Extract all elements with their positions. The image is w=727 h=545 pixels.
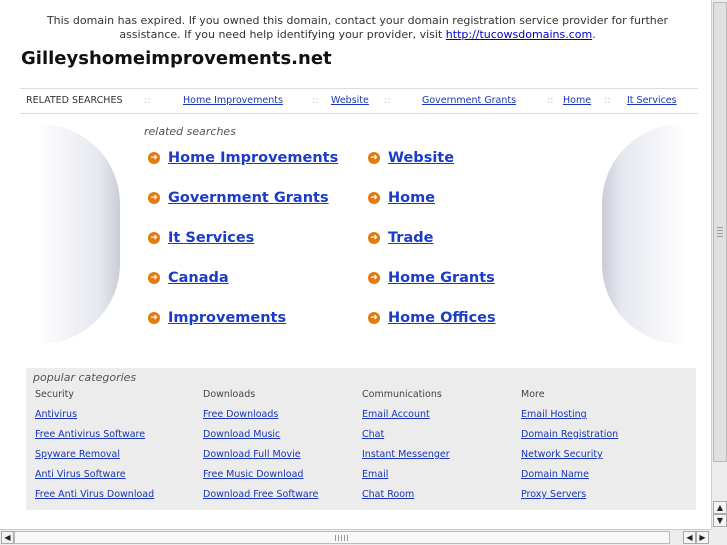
- related-bar-link[interactable]: Government Grants: [422, 95, 516, 106]
- category-link[interactable]: Domain Registration: [521, 429, 618, 440]
- related-search-link[interactable]: Home Improvements: [168, 150, 338, 166]
- category-heading-more: More: [521, 389, 545, 400]
- related-search-item[interactable]: ➜ Home Grants: [368, 268, 495, 288]
- category-link[interactable]: Network Security: [521, 449, 603, 460]
- vertical-scrollbar[interactable]: ▲ ▼: [711, 0, 727, 529]
- category-link[interactable]: Domain Name: [521, 469, 589, 480]
- arrow-right-icon: ➜: [148, 152, 160, 164]
- tucows-link[interactable]: http://tucowsdomains.com: [446, 28, 592, 41]
- related-search-link[interactable]: Improvements: [168, 310, 286, 326]
- related-search-link[interactable]: Canada: [168, 270, 229, 286]
- horizontal-scrollbar[interactable]: ◀ ◀ ▶: [0, 529, 711, 545]
- grip-icon: [717, 227, 723, 237]
- category-link[interactable]: Free Music Download: [203, 469, 303, 480]
- related-bar-link[interactable]: It Services: [627, 95, 677, 106]
- category-link[interactable]: Email: [362, 469, 388, 480]
- related-search-link[interactable]: Home Grants: [388, 270, 495, 286]
- decorative-arc-left: [40, 124, 120, 344]
- related-searches-label: RELATED SEARCHES: [26, 95, 123, 106]
- category-heading-downloads: Downloads: [203, 389, 256, 400]
- scroll-up-button[interactable]: ▲: [713, 501, 727, 514]
- related-bar-link[interactable]: Website: [331, 95, 369, 106]
- related-search-link[interactable]: It Services: [168, 230, 254, 246]
- related-search-link[interactable]: Home Offices: [388, 310, 496, 326]
- scroll-left-button[interactable]: ◀: [1, 531, 14, 544]
- category-link[interactable]: Instant Messenger: [362, 449, 450, 460]
- arrow-right-icon: ➜: [148, 192, 160, 204]
- popular-categories-title: popular categories: [33, 371, 137, 384]
- related-bar-link[interactable]: Home: [563, 95, 591, 106]
- grip-icon: [335, 535, 349, 541]
- related-bar-link[interactable]: Home Improvements: [183, 95, 283, 106]
- related-search-item[interactable]: ➜ Website: [368, 148, 454, 168]
- arrow-right-icon: ➜: [148, 272, 160, 284]
- related-search-link[interactable]: Trade: [388, 230, 433, 246]
- related-search-item[interactable]: ➜ Home Offices: [368, 308, 496, 328]
- separator: ::: [547, 95, 554, 106]
- category-link[interactable]: Antivirus: [35, 409, 77, 420]
- related-search-item[interactable]: ➜ Home Improvements: [148, 148, 338, 168]
- horizontal-scroll-thumb[interactable]: [14, 531, 670, 544]
- separator: ::: [604, 95, 611, 106]
- category-link[interactable]: Download Full Movie: [203, 449, 301, 460]
- arrow-right-icon: ➜: [148, 232, 160, 244]
- related-search-link[interactable]: Website: [388, 150, 454, 166]
- category-link[interactable]: Download Free Software: [203, 489, 318, 500]
- browser-viewport: This domain has expired. If you owned th…: [0, 0, 711, 529]
- separator: ::: [144, 95, 151, 106]
- related-search-link[interactable]: Government Grants: [168, 190, 329, 206]
- expired-notice: This domain has expired. If you owned th…: [20, 14, 695, 42]
- arrow-right-icon: ➜: [148, 312, 160, 324]
- category-link[interactable]: Proxy Servers: [521, 489, 586, 500]
- related-searches-bar: RELATED SEARCHES :: Home Improvements ::…: [20, 88, 698, 114]
- popular-categories-panel: popular categories Security Antivirus Fr…: [26, 368, 696, 510]
- expired-notice-end: .: [592, 28, 596, 41]
- decorative-arc-right: [602, 124, 682, 344]
- category-link[interactable]: Chat Room: [362, 489, 414, 500]
- related-search-item[interactable]: ➜ Home: [368, 188, 435, 208]
- category-link[interactable]: Download Music: [203, 429, 280, 440]
- scroll-down-button[interactable]: ▼: [713, 514, 727, 527]
- related-search-item[interactable]: ➜ Government Grants: [148, 188, 329, 208]
- domain-title: Gilleyshomeimprovements.net: [21, 48, 332, 69]
- arrow-right-icon: ➜: [368, 232, 380, 244]
- scroll-right-button[interactable]: ▶: [696, 531, 709, 544]
- related-searches-title: related searches: [144, 125, 236, 138]
- scrollbar-corner: [711, 529, 727, 545]
- category-link[interactable]: Free Downloads: [203, 409, 278, 420]
- category-link[interactable]: Free Anti Virus Download: [35, 489, 154, 500]
- vertical-scroll-thumb[interactable]: [713, 2, 727, 462]
- related-search-item[interactable]: ➜ Trade: [368, 228, 433, 248]
- related-search-item[interactable]: ➜ Improvements: [148, 308, 286, 328]
- category-link[interactable]: Anti Virus Software: [35, 469, 126, 480]
- related-search-item[interactable]: ➜ It Services: [148, 228, 254, 248]
- related-search-item[interactable]: ➜ Canada: [148, 268, 229, 288]
- category-heading-communications: Communications: [362, 389, 442, 400]
- arrow-right-icon: ➜: [368, 272, 380, 284]
- arrow-right-icon: ➜: [368, 192, 380, 204]
- category-link[interactable]: Spyware Removal: [35, 449, 120, 460]
- category-link[interactable]: Email Hosting: [521, 409, 587, 420]
- category-link[interactable]: Email Account: [362, 409, 430, 420]
- arrow-right-icon: ➜: [368, 312, 380, 324]
- scroll-left-button[interactable]: ◀: [683, 531, 696, 544]
- category-heading-security: Security: [35, 389, 75, 400]
- separator: ::: [312, 95, 319, 106]
- separator: ::: [384, 95, 391, 106]
- arrow-right-icon: ➜: [368, 152, 380, 164]
- category-link[interactable]: Free Antivirus Software: [35, 429, 145, 440]
- category-link[interactable]: Chat: [362, 429, 384, 440]
- related-search-link[interactable]: Home: [388, 190, 435, 206]
